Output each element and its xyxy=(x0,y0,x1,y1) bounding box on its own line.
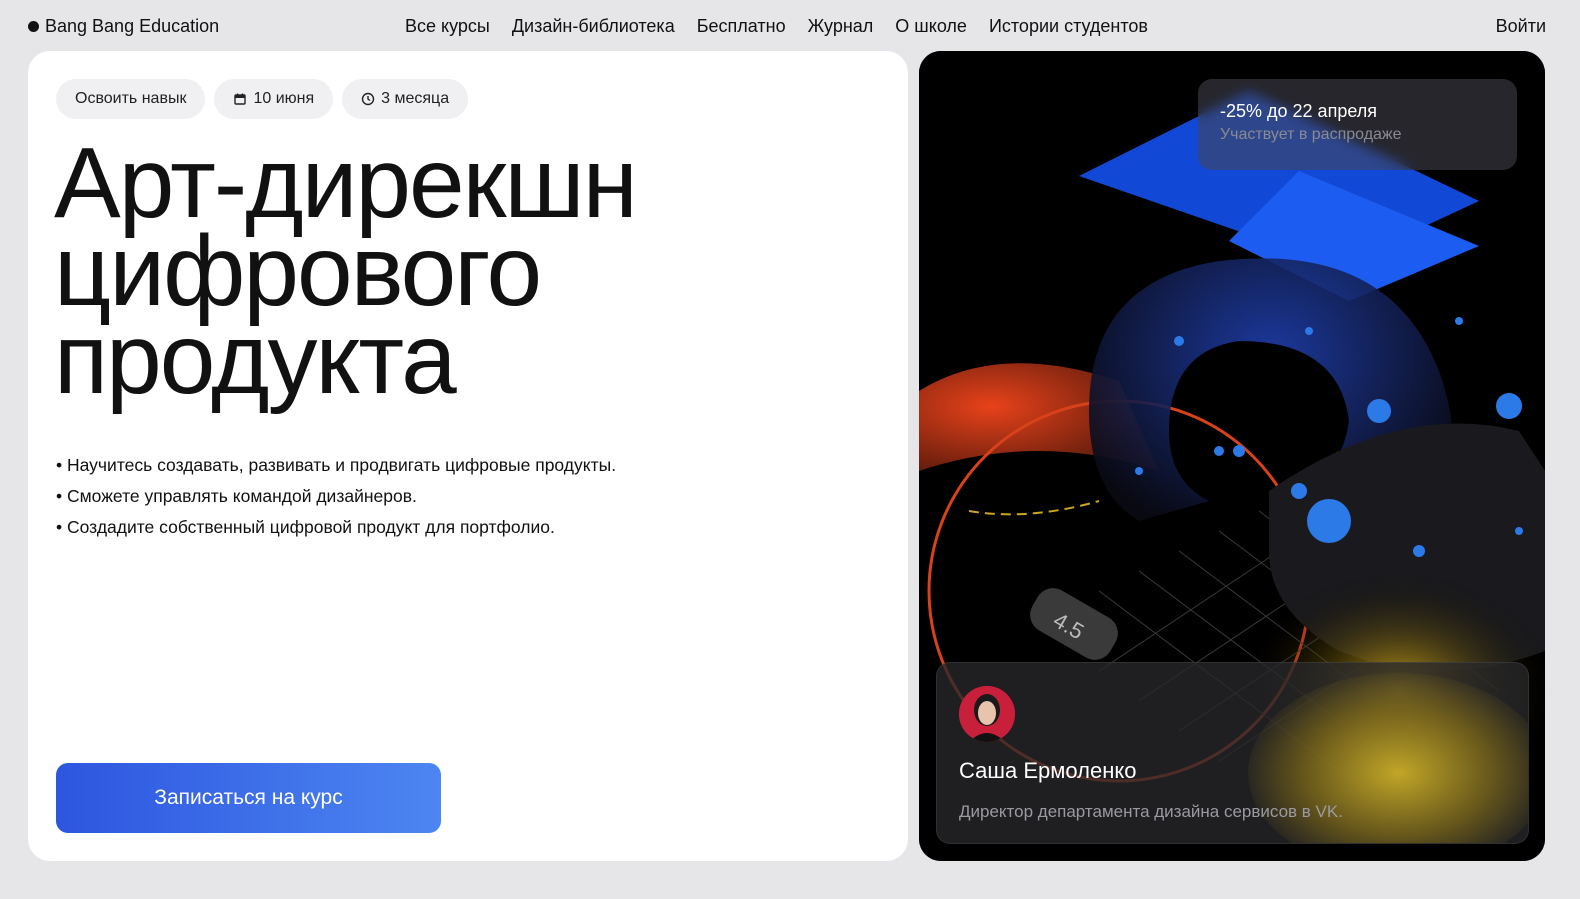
logo-text: Bang Bang Education xyxy=(45,16,220,36)
nav-free[interactable]: Бесплатно xyxy=(697,16,786,37)
start-date-label: 10 июня xyxy=(253,90,315,107)
nav-all-courses[interactable]: Все курсы xyxy=(405,16,490,37)
clock-icon xyxy=(361,92,375,106)
promo-subtitle: Участвует в распродаже xyxy=(1220,126,1402,143)
nav-design-library[interactable]: Дизайн-библиотека xyxy=(512,16,675,37)
course-title-line-2: цифрового xyxy=(54,215,542,327)
logo-dot-icon xyxy=(28,21,39,32)
nav-journal[interactable]: Журнал xyxy=(808,16,874,37)
course-chips: Освоить навык 10 июня 3 месяца xyxy=(56,79,469,119)
instructor-role: Директор департамента дизайна сервисов в… xyxy=(959,802,1343,821)
login-link[interactable]: Войти xyxy=(1496,16,1546,37)
benefit-item: Научитесь создавать, развивать и продвиг… xyxy=(56,453,616,484)
enroll-button[interactable]: Записаться на курс xyxy=(56,763,441,833)
calendar-icon xyxy=(234,93,247,105)
nav-student-stories[interactable]: Истории студентов xyxy=(989,16,1148,37)
instructor-avatar xyxy=(959,686,1015,742)
skill-chip-label: Освоить навык xyxy=(75,90,187,107)
course-title: Арт-дирекшн цифрового продукта xyxy=(54,127,854,415)
course-benefits-list: Научитесь создавать, развивать и продвиг… xyxy=(56,453,616,546)
course-title-line-1: Арт-дирекшн xyxy=(54,127,638,239)
instructor-portrait-icon xyxy=(959,686,1015,742)
duration-chip: 3 месяца xyxy=(342,79,469,119)
benefit-item: Сможете управлять командой дизайнеров. xyxy=(56,484,616,515)
skill-chip: Освоить навык xyxy=(56,79,206,119)
duration-label: 3 месяца xyxy=(381,90,450,107)
sale-promo-badge[interactable]: -25% до 22 апреля Участвует в распродаже xyxy=(1198,79,1517,170)
course-promo-visual: 4.5 -25% до 22 апреля Участвует в распро… xyxy=(919,51,1545,861)
course-info-card: Освоить навык 10 июня 3 месяца Арт-дирек… xyxy=(28,51,908,861)
top-navigation: Bang Bang Education Все курсы Дизайн-биб… xyxy=(0,0,1580,52)
course-title-line-3: продукта xyxy=(54,303,457,415)
instructor-name: Саша Ермоленко xyxy=(959,758,1137,783)
main-nav: Все курсы Дизайн-библиотека Бесплатно Жу… xyxy=(405,16,1148,37)
promo-title: -25% до 22 апреля xyxy=(1220,101,1377,121)
instructor-card: Саша Ермоленко Директор департамента диз… xyxy=(936,662,1529,844)
start-date-chip: 10 июня xyxy=(214,79,334,119)
nav-about-school[interactable]: О школе xyxy=(895,16,967,37)
benefit-item: Создадите собственный цифровой продукт д… xyxy=(56,515,616,546)
logo[interactable]: Bang Bang Education xyxy=(28,16,219,37)
